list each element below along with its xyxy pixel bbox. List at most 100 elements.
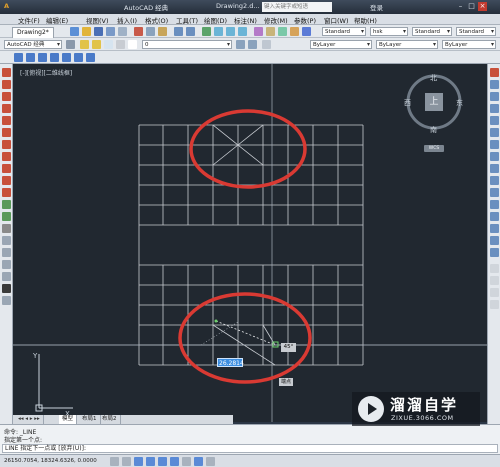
login-button[interactable]: 登录 — [370, 2, 383, 12]
tab-layout2[interactable]: 布局2 — [99, 415, 121, 424]
preview-icon[interactable] — [118, 27, 127, 36]
paste-icon[interactable] — [158, 27, 167, 36]
rectangle-icon[interactable] — [62, 53, 71, 62]
menu-modify[interactable]: 修改(M) — [264, 15, 288, 25]
draw-construction-line-icon[interactable] — [2, 80, 11, 89]
print-icon[interactable] — [106, 27, 115, 36]
tool-palettes-icon[interactable] — [278, 27, 287, 36]
menu-window[interactable]: 窗口(W) — [324, 15, 349, 25]
line-icon[interactable] — [14, 53, 23, 62]
compass-south[interactable]: 南 — [430, 125, 437, 135]
ortho-mode-icon[interactable] — [134, 457, 143, 466]
menu-edit[interactable]: 编辑(E) — [46, 15, 68, 25]
layer-on-icon[interactable] — [92, 40, 101, 49]
snap-center-icon[interactable] — [490, 300, 499, 309]
linetype-dropdown[interactable]: ByLayer — [376, 40, 438, 49]
text-style-dropdown[interactable]: Standard — [322, 27, 366, 36]
app-logo-icon[interactable]: A — [4, 2, 9, 10]
multileader-style-dropdown[interactable]: Standard — [456, 27, 496, 36]
layer-lock-icon[interactable] — [116, 40, 125, 49]
xline-icon[interactable] — [26, 53, 35, 62]
command-input[interactable]: LINE 指定下一点或 [放弃(U)]: — [2, 444, 498, 453]
break-icon[interactable] — [490, 200, 499, 209]
draw-spline-icon[interactable] — [2, 164, 11, 173]
draw-revcloud-icon[interactable] — [2, 152, 11, 161]
layer-freeze-icon[interactable] — [104, 40, 113, 49]
menu-help[interactable]: 帮助(H) — [354, 15, 377, 25]
redo-icon[interactable] — [186, 27, 195, 36]
menu-parametric[interactable]: 参数(P) — [294, 15, 316, 25]
open-icon[interactable] — [82, 27, 91, 36]
grid-mode-icon[interactable] — [122, 457, 131, 466]
lineweight-dropdown[interactable]: ByLayer — [442, 40, 496, 49]
mtext-icon[interactable] — [2, 284, 11, 293]
draw-polyline-icon[interactable] — [2, 92, 11, 101]
viewport-label[interactable]: [-][俯视][二维线框] — [20, 68, 72, 77]
design-center-icon[interactable] — [266, 27, 275, 36]
undo-icon[interactable] — [174, 27, 183, 36]
properties-icon[interactable] — [254, 27, 263, 36]
scale-icon[interactable] — [490, 152, 499, 161]
layer-previous-icon[interactable] — [248, 40, 257, 49]
tab-layout1[interactable]: 布局1 — [79, 415, 101, 424]
close-button[interactable]: × — [478, 2, 487, 11]
draw-rectangle-icon[interactable] — [2, 116, 11, 125]
array-icon[interactable] — [490, 116, 499, 125]
layer-properties-icon[interactable] — [80, 40, 89, 49]
color-dropdown[interactable]: ByLayer — [310, 40, 372, 49]
copy-object-icon[interactable] — [490, 80, 499, 89]
table-style-dropdown[interactable]: Standard — [412, 27, 452, 36]
maximize-button[interactable]: □ — [467, 2, 476, 11]
drawing-canvas[interactable]: Y X — [13, 64, 487, 422]
draw-line-icon[interactable] — [2, 68, 11, 77]
zoom-window-icon[interactable] — [226, 27, 235, 36]
help-icon[interactable] — [302, 27, 311, 36]
object-snap-tracking-icon[interactable] — [170, 457, 179, 466]
explode-icon[interactable] — [490, 248, 499, 257]
minimize-button[interactable]: – — [456, 2, 465, 11]
workspace-settings-icon[interactable] — [66, 40, 75, 49]
snap-midpoint-icon[interactable] — [490, 276, 499, 285]
search-input[interactable]: 键入关键字或短语 — [262, 2, 332, 12]
draw-arc-icon[interactable] — [2, 128, 11, 137]
cut-icon[interactable] — [134, 27, 143, 36]
compass-west[interactable]: 西 — [404, 98, 411, 108]
circle-icon[interactable] — [86, 53, 95, 62]
dim-style-dropdown[interactable]: hsk — [370, 27, 408, 36]
lineweight-display-icon[interactable] — [206, 457, 215, 466]
rotate-icon[interactable] — [490, 140, 499, 149]
menu-dimension[interactable]: 标注(N) — [234, 15, 257, 25]
zoom-previous-icon[interactable] — [238, 27, 247, 36]
dynamic-input-icon[interactable] — [194, 457, 203, 466]
menu-format[interactable]: 格式(O) — [145, 15, 168, 25]
make-block-icon[interactable] — [2, 212, 11, 221]
chamfer-icon[interactable] — [490, 224, 499, 233]
object-snap-icon[interactable] — [158, 457, 167, 466]
offset-icon[interactable] — [490, 104, 499, 113]
save-icon[interactable] — [94, 27, 103, 36]
region-icon[interactable] — [2, 260, 11, 269]
add-selected-icon[interactable] — [2, 296, 11, 305]
polygon-icon[interactable] — [50, 53, 59, 62]
compass-east[interactable]: 东 — [456, 98, 463, 108]
polar-tracking-icon[interactable] — [146, 457, 155, 466]
extend-icon[interactable] — [490, 188, 499, 197]
move-icon[interactable] — [490, 128, 499, 137]
workspace-name[interactable]: AutoCAD 经典 — [124, 2, 168, 12]
layer-dropdown[interactable]: 0 — [142, 40, 232, 49]
join-icon[interactable] — [490, 212, 499, 221]
menu-view[interactable]: 视图(V) — [86, 15, 109, 25]
draw-polygon-icon[interactable] — [2, 104, 11, 113]
compass-north[interactable]: 北 — [430, 73, 437, 83]
layout-nav-arrows[interactable]: ◂◂ ◂ ▸ ▸▸ — [15, 415, 44, 424]
point-icon[interactable] — [2, 224, 11, 233]
dynamic-ucs-icon[interactable] — [182, 457, 191, 466]
draw-circle-icon[interactable] — [2, 140, 11, 149]
snap-intersection-icon[interactable] — [490, 288, 499, 297]
layer-color-icon[interactable] — [128, 40, 137, 49]
draw-ellipse-arc-icon[interactable] — [2, 188, 11, 197]
pan-icon[interactable] — [202, 27, 211, 36]
tab-model[interactable]: 模型 — [59, 415, 78, 424]
zoom-icon[interactable] — [214, 27, 223, 36]
erase-icon[interactable] — [490, 68, 499, 77]
